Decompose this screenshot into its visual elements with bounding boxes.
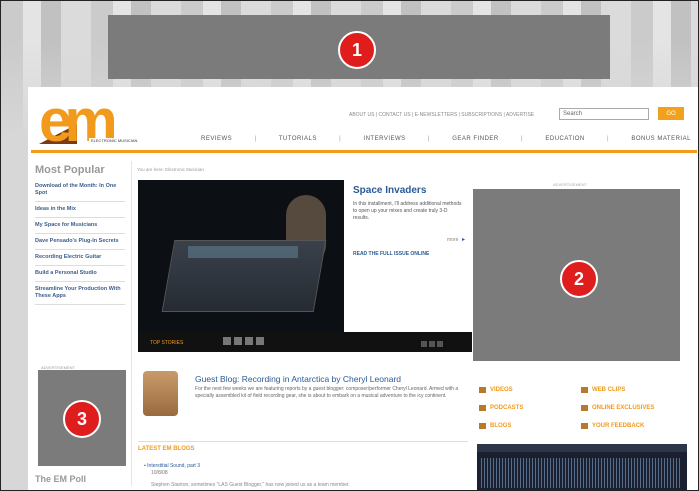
column-divider xyxy=(131,161,132,486)
exclusive-icon xyxy=(581,405,588,411)
waveform xyxy=(481,458,681,488)
read-issue-link[interactable]: READ THE FULL ISSUE ONLINE xyxy=(353,251,429,257)
control-button[interactable] xyxy=(437,341,443,347)
list-item[interactable]: Recording Electric Guitar xyxy=(35,250,125,266)
badge-2: 2 xyxy=(560,260,598,298)
link-label: WEB CLIPS xyxy=(592,387,626,393)
link-videos[interactable]: VIDEOS xyxy=(479,387,513,393)
blog-title[interactable]: Guest Blog: Recording in Antarctica by C… xyxy=(195,374,401,384)
screenshot-frame: em ELECTRONIC MUSICIAN ABOUT US | CONTAC… xyxy=(0,0,699,491)
logo-tagline: ELECTRONIC MUSICIAN xyxy=(89,138,140,143)
latest-blog-title[interactable]: Interstitial Sound, part 3 xyxy=(147,463,200,469)
list-item[interactable]: Dave Pensado's Plug-In Secrets xyxy=(35,234,125,250)
nav-item-bonus-material[interactable]: BONUS MATERIAL xyxy=(631,136,691,148)
link-web-clips[interactable]: WEB CLIPS xyxy=(581,387,625,393)
hero-controls xyxy=(421,341,443,347)
most-popular-list: Download of the Month: In One Spot Ideas… xyxy=(35,179,125,305)
link-label: YOUR FEEDBACK xyxy=(592,423,645,429)
link-label: BLOGS xyxy=(490,423,512,429)
nav-separator: | xyxy=(339,136,342,142)
nav-item-reviews[interactable]: REVIEWS xyxy=(201,136,232,148)
list-item[interactable]: My Space for Musicians xyxy=(35,218,125,234)
link-blogs[interactable]: BLOGS xyxy=(479,423,511,429)
main-nav: REVIEWS | TUTORIALS | INTERVIEWS | GEAR … xyxy=(201,136,691,148)
latest-blog-link[interactable]: ▪ Interstitial Sound, part 3 xyxy=(144,463,200,469)
nav-item-tutorials[interactable]: TUTORIALS xyxy=(279,136,317,148)
clip-icon xyxy=(581,387,588,393)
link-label: VIDEOS xyxy=(490,387,513,393)
video-icon xyxy=(479,387,486,393)
feedback-icon xyxy=(581,423,588,429)
hero-glow xyxy=(188,246,298,258)
nav-item-education[interactable]: EDUCATION xyxy=(545,136,584,148)
hero-image[interactable] xyxy=(138,180,344,332)
most-popular-title: Most Popular xyxy=(35,164,105,176)
search-input[interactable]: Search xyxy=(559,108,649,120)
nav-separator: | xyxy=(521,136,524,142)
link-podcasts[interactable]: PODCASTS xyxy=(479,405,523,411)
poll-title: The EM Poll xyxy=(35,474,87,484)
blog-icon xyxy=(479,423,486,429)
list-item[interactable]: Streamline Your Production With These Ap… xyxy=(35,282,125,305)
search-go-button[interactable]: GO xyxy=(658,107,684,120)
pager-button[interactable] xyxy=(223,337,231,345)
media-player[interactable] xyxy=(477,444,687,490)
pager-button[interactable] xyxy=(234,337,242,345)
pager-button[interactable] xyxy=(256,337,264,345)
badge-1: 1 xyxy=(338,31,376,69)
story-title[interactable]: Space Invaders xyxy=(353,185,426,196)
arrow-right-icon[interactable]: ▸ xyxy=(462,236,465,243)
control-button[interactable] xyxy=(429,341,435,347)
list-item[interactable]: Download of the Month: In One Spot xyxy=(35,179,125,202)
pager-button[interactable] xyxy=(245,337,253,345)
control-button[interactable] xyxy=(421,341,427,347)
top-links[interactable]: ABOUT US | CONTACT US | E-NEWSLETTERS | … xyxy=(349,112,534,118)
list-item[interactable]: Build a Personal Studio xyxy=(35,266,125,282)
story-more-link[interactable]: more xyxy=(447,237,458,243)
header-divider xyxy=(31,150,697,153)
story-text: In this installment, I'll address additi… xyxy=(353,201,462,221)
blog-photo[interactable] xyxy=(143,371,178,416)
link-label: ONLINE EXCLUSIVES xyxy=(592,405,655,411)
blog-text: For the next few weeks we are featuring … xyxy=(195,386,459,399)
latest-blogs-heading: LATEST EM BLOGS xyxy=(138,441,468,452)
link-online-exclusives[interactable]: ONLINE EXCLUSIVES xyxy=(581,405,654,411)
nav-separator: | xyxy=(254,136,257,142)
site-logo[interactable]: em ELECTRONIC MUSICIAN xyxy=(39,91,153,151)
podcast-icon xyxy=(479,405,486,411)
hero-caption: TOP STORIES xyxy=(150,340,184,346)
nav-separator: | xyxy=(427,136,430,142)
nav-item-gear-finder[interactable]: GEAR FINDER xyxy=(452,136,499,148)
badge-3: 3 xyxy=(63,400,101,438)
hero-pager xyxy=(223,337,264,345)
link-your-feedback[interactable]: YOUR FEEDBACK xyxy=(581,423,644,429)
list-item[interactable]: Ideas in the Mix xyxy=(35,202,125,218)
latest-blog-date: 10/8/08 xyxy=(151,470,168,476)
nav-separator: | xyxy=(607,136,610,142)
link-label: PODCASTS xyxy=(490,405,524,411)
right-ad-label: ADVERTISEMENT xyxy=(553,182,587,187)
breadcrumb: You are here: Electronic Musician xyxy=(137,167,204,172)
latest-blog-text: Stephen Stanton, sometimes "LAS Guest Bl… xyxy=(151,482,350,488)
nav-item-interviews[interactable]: INTERVIEWS xyxy=(363,136,405,148)
player-bar xyxy=(477,444,687,452)
